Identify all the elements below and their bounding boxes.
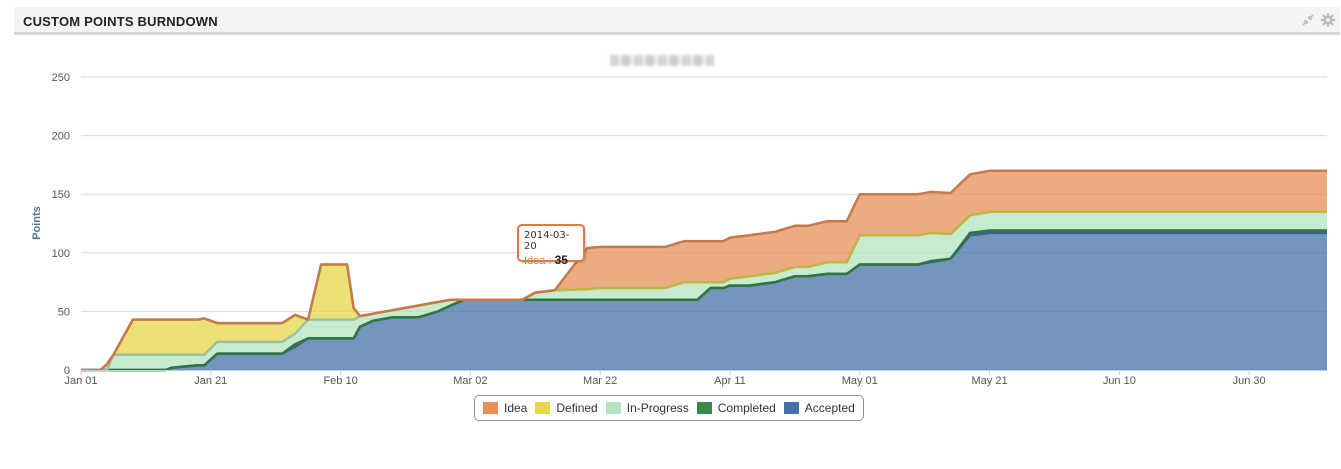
x-tick-label: Jun 10	[1103, 375, 1136, 387]
legend-item-in-progress[interactable]: In-Progress	[605, 401, 689, 415]
y-tick-label: 250	[52, 72, 70, 84]
x-tick-label: Feb 10	[323, 375, 357, 387]
x-tick-label: May 21	[972, 375, 1008, 387]
chart-legend: Idea Defined In-Progress Completed Accepted	[474, 395, 864, 421]
x-tick-label: Mar 02	[453, 375, 487, 387]
y-tick-label: 100	[52, 248, 70, 260]
legend-item-accepted[interactable]: Accepted	[783, 401, 855, 415]
legend-label: Completed	[717, 401, 776, 415]
x-tick-label: Jan 21	[194, 375, 227, 387]
legend-swatch	[696, 402, 712, 414]
y-axis-label: Points	[31, 206, 43, 240]
x-tick-label: Mar 22	[583, 375, 617, 387]
y-tick-label: 150	[52, 189, 70, 201]
legend-label: Accepted	[804, 401, 855, 415]
x-tick-label: Apr 11	[714, 375, 746, 387]
legend-label: Idea	[504, 401, 528, 415]
x-tick-label: Jun 30	[1233, 375, 1266, 387]
legend-item-completed[interactable]: Completed	[696, 401, 776, 415]
tooltip-series-name: Idea	[524, 255, 546, 267]
tooltip-date: 2014-03-20	[524, 230, 570, 252]
legend-swatch	[483, 402, 498, 414]
x-tick-label: May 01	[842, 375, 878, 387]
x-tick-label: Jan 01	[64, 375, 97, 387]
y-tick-label: 50	[58, 306, 70, 318]
legend-item-defined[interactable]: Defined	[535, 401, 598, 415]
chart-tooltip: 2014-03-20 Idea : 35	[517, 224, 585, 267]
y-tick-label: 200	[52, 131, 70, 143]
tooltip-value: 35	[554, 253, 568, 267]
legend-swatch	[783, 402, 799, 414]
legend-swatch	[605, 402, 621, 414]
series-areas	[81, 170, 1327, 370]
legend-swatch	[535, 402, 551, 414]
legend-item-idea[interactable]: Idea	[483, 401, 527, 415]
legend-label: Defined	[556, 401, 598, 415]
legend-label: In-Progress	[626, 401, 689, 415]
